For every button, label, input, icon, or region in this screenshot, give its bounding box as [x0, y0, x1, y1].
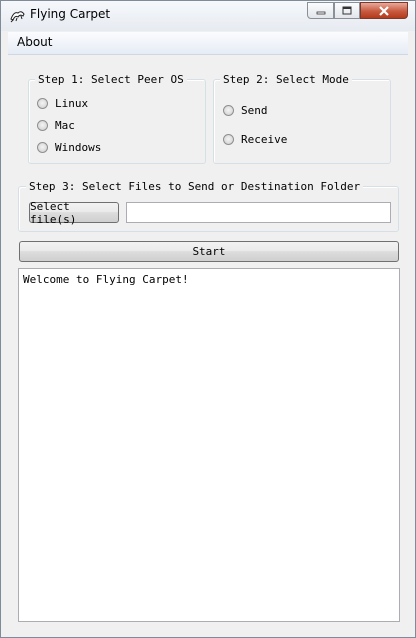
minimize-icon: [316, 11, 325, 14]
radio-linux-icon[interactable]: [37, 98, 48, 109]
output-log[interactable]: Welcome to Flying Carpet!: [18, 268, 400, 622]
select-files-button[interactable]: Select file(s): [29, 200, 119, 226]
close-icon: [379, 5, 389, 16]
radio-windows-label: Windows: [55, 141, 102, 154]
close-button[interactable]: [360, 2, 408, 19]
radio-linux[interactable]: Linux: [37, 97, 88, 110]
radio-receive[interactable]: Receive: [223, 133, 287, 146]
window-title: Flying Carpet: [30, 7, 111, 21]
menu-about[interactable]: About: [17, 35, 52, 49]
files-legend: Step 3: Select Files to Send or Destinat…: [26, 180, 364, 193]
mode-group: Step 2: Select Mode Send Receive: [213, 73, 391, 164]
radio-mac-icon[interactable]: [37, 120, 48, 131]
minimize-button[interactable]: [307, 2, 334, 19]
title-bar[interactable]: Flying Carpet: [1, 1, 415, 31]
radio-receive-label: Receive: [241, 133, 288, 146]
flying-carpet-icon: [10, 11, 25, 23]
radio-send[interactable]: Send: [223, 104, 268, 117]
radio-receive-icon[interactable]: [223, 134, 234, 145]
maximize-button[interactable]: [334, 2, 360, 19]
files-group: Step 3: Select Files to Send or Destinat…: [18, 180, 399, 232]
start-button[interactable]: Start: [19, 241, 399, 262]
radio-windows-icon[interactable]: [37, 142, 48, 153]
radio-linux-label: Linux: [55, 97, 89, 110]
peer-os-legend: Step 1: Select Peer OS: [35, 73, 187, 86]
menu-bar: About: [8, 32, 408, 55]
main-panel: Step 1: Select Peer OS Linux Mac Windows…: [9, 55, 408, 631]
radio-mac-label: Mac: [55, 119, 75, 132]
file-path-input[interactable]: [126, 202, 391, 223]
peer-os-group: Step 1: Select Peer OS Linux Mac Windows: [28, 73, 206, 164]
radio-send-icon[interactable]: [223, 105, 234, 116]
mode-legend: Step 2: Select Mode: [220, 73, 352, 86]
radio-windows[interactable]: Windows: [37, 141, 101, 154]
radio-mac[interactable]: Mac: [37, 119, 75, 132]
maximize-icon: [342, 6, 352, 15]
radio-send-label: Send: [241, 104, 268, 117]
app-window: Flying Carpet About Step 1: Select Peer …: [0, 0, 416, 638]
